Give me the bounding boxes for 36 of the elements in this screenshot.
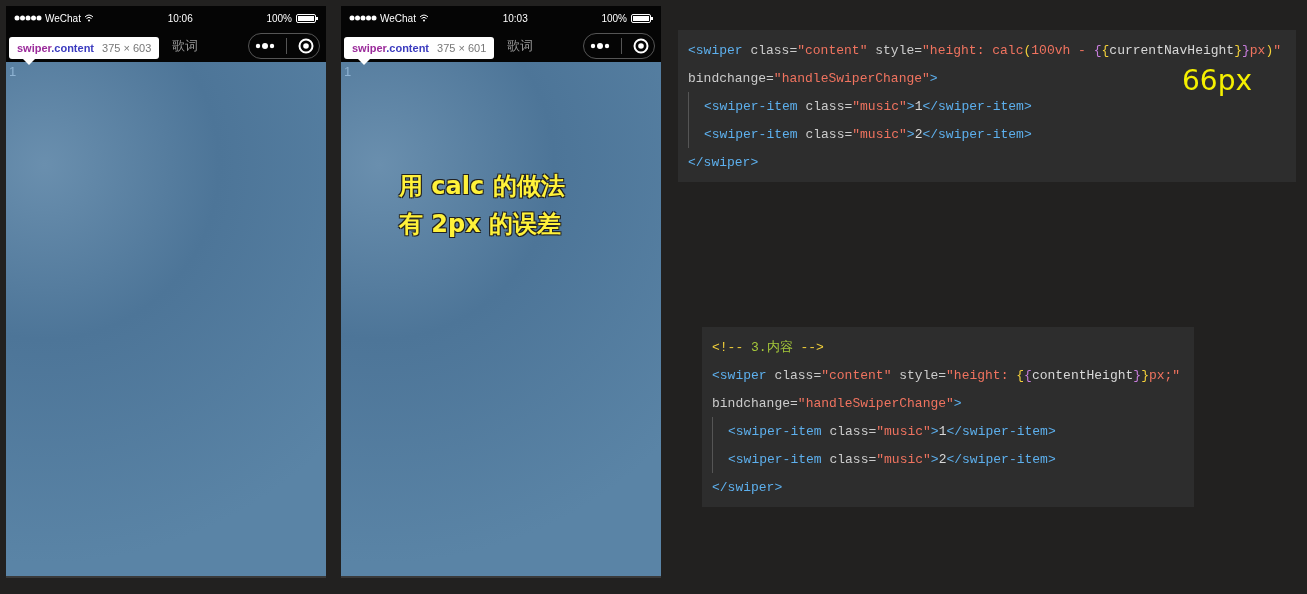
caption-text: 有 2px 的误差 <box>399 209 563 240</box>
code-line: </swiper> <box>688 153 759 172</box>
size-label: 375 × 601 <box>437 42 487 54</box>
close-icon[interactable] <box>297 38 314 54</box>
code-line: <swiper class="content" style="height: {{contentHeight}}px;" <box>712 366 1181 385</box>
nav-title: 歌词 <box>507 37 533 55</box>
code-line: bindchange="handleSwiperChange"> <box>712 394 962 413</box>
code-line: <swiper-item class="music">1</swiper-item> <box>704 97 1032 116</box>
code-line: <swiper-item class="music">2</swiper-item> <box>728 450 1056 469</box>
carrier-label: WeChat <box>380 12 416 24</box>
clock: 10:03 <box>502 12 528 24</box>
signal-icon <box>14 15 42 21</box>
close-icon[interactable] <box>632 38 649 54</box>
code-line: <!-- 3.内容 --> <box>712 338 824 357</box>
nav-title: 歌词 <box>172 37 198 55</box>
code-line: <swiper-item class="music">2</swiper-item> <box>704 125 1032 144</box>
battery-icon <box>296 13 318 23</box>
battery-label: 100% <box>266 12 292 24</box>
caption-text: 用 calc 的做法 <box>399 171 565 202</box>
carrier-label: WeChat <box>45 12 81 24</box>
code-line: </swiper> <box>712 478 783 497</box>
selector-label: swiper.content <box>352 42 430 54</box>
wifi-icon <box>83 14 94 22</box>
code-line: bindchange="handleSwiperChange"> <box>688 69 938 88</box>
clock: 10:06 <box>167 12 193 24</box>
size-label: 375 × 603 <box>102 42 152 54</box>
battery-label: 100% <box>601 12 627 24</box>
code-line: <swiper-item class="music">1</swiper-item> <box>728 422 1056 441</box>
more-icon[interactable] <box>589 42 610 50</box>
annotation-text: 66px <box>1182 64 1252 97</box>
wifi-icon <box>418 14 429 22</box>
signal-icon <box>349 15 377 21</box>
more-icon[interactable] <box>254 42 275 50</box>
selector-label: swiper.content <box>17 42 95 54</box>
battery-icon <box>631 13 653 23</box>
code-line: <swiper class="content" style="height: calc(100vh - {{currentNavHeight}}px)" <box>688 41 1281 60</box>
